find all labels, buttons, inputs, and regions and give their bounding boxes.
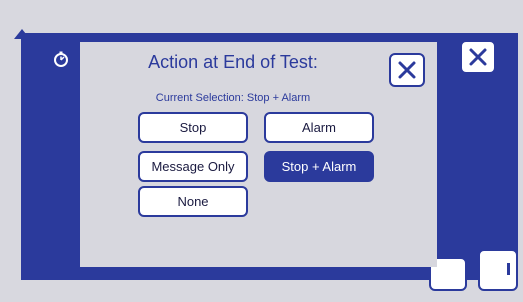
dialog-close-button[interactable] xyxy=(389,53,425,87)
button-glyph xyxy=(507,263,510,275)
option-none-button[interactable]: None xyxy=(138,186,248,217)
option-label: None xyxy=(177,194,209,209)
option-message-only-button[interactable]: Message Only xyxy=(138,151,248,182)
option-label: Alarm xyxy=(302,120,336,135)
option-label: Stop xyxy=(179,120,207,135)
current-selection-text: Current Selection: Stop + Alarm xyxy=(155,92,311,104)
close-icon xyxy=(398,61,416,79)
bottom-right-button[interactable] xyxy=(478,249,518,291)
option-alarm-button[interactable]: Alarm xyxy=(264,112,374,143)
option-stop-alarm-button[interactable]: Stop + Alarm xyxy=(264,151,374,182)
option-stop-button[interactable]: Stop xyxy=(138,112,248,143)
stopwatch-icon xyxy=(54,51,68,67)
option-label: Message Only xyxy=(151,159,235,174)
dialog-content-panel xyxy=(80,42,437,267)
option-label: Stop + Alarm xyxy=(281,159,357,174)
dialog-title: Action at End of Test: xyxy=(148,52,318,72)
close-icon xyxy=(469,48,487,66)
outer-close-button[interactable] xyxy=(460,40,496,74)
